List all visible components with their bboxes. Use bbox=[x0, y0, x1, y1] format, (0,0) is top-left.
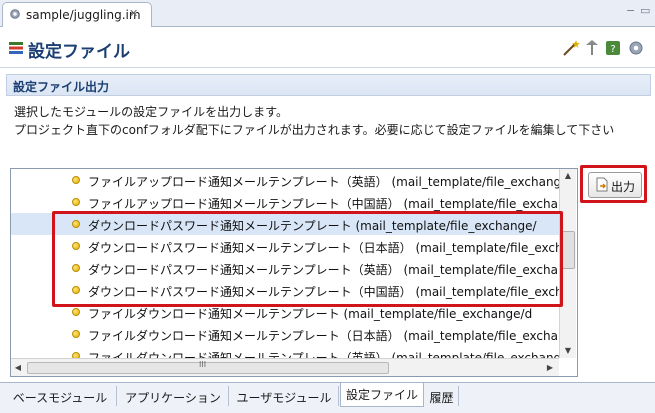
gear-icon[interactable] bbox=[629, 41, 643, 55]
bullet-icon bbox=[72, 330, 80, 338]
editor-tab-bar: sample/juggling.im ✕ − ▭ bbox=[0, 0, 655, 27]
help-icon[interactable]: ? bbox=[606, 41, 620, 55]
highlight-box-output-button bbox=[580, 165, 647, 203]
close-icon[interactable]: ✕ bbox=[129, 7, 138, 20]
svg-text:?: ? bbox=[610, 44, 615, 55]
section-header: 設定ファイル出力 bbox=[6, 74, 651, 96]
bullet-icon bbox=[72, 176, 80, 184]
tab-application[interactable]: アプリケーション bbox=[118, 386, 229, 406]
list-item-label: ファイルダウンロード通知メールテンプレート（日本語） (mail_templat… bbox=[88, 329, 559, 343]
horizontal-scrollbar[interactable]: ◀ III ▶ bbox=[11, 358, 559, 376]
tab-base-module[interactable]: ベースモジュール bbox=[4, 386, 117, 406]
list-item[interactable]: ファイルアップロード通知メールテンプレート（英語） (mail_template… bbox=[11, 169, 559, 191]
scroll-right-icon[interactable]: ▶ bbox=[543, 359, 557, 376]
editor-tab[interactable]: sample/juggling.im ✕ bbox=[2, 2, 152, 27]
bullet-icon bbox=[72, 308, 80, 316]
bullet-icon bbox=[72, 198, 80, 206]
pin-icon[interactable] bbox=[586, 40, 598, 55]
section-description-line-1: 選択したモジュールの設定ファイルを出力します。 bbox=[14, 105, 288, 119]
tab-config-files[interactable]: 設定ファイル bbox=[340, 383, 424, 407]
scroll-up-icon[interactable]: ▲ bbox=[560, 169, 576, 183]
form-header: 設定ファイル ? bbox=[0, 27, 655, 68]
scroll-down-icon[interactable]: ▼ bbox=[560, 344, 576, 358]
tab-user-module[interactable]: ユーザモジュール bbox=[230, 386, 339, 406]
list-item-label: ファイルダウンロード通知メールテンプレート (mail_template/fil… bbox=[88, 307, 533, 321]
tab-history[interactable]: 履歴 bbox=[425, 386, 459, 406]
scrollbar-thumb[interactable] bbox=[562, 231, 575, 269]
scrollbar-grip: III bbox=[199, 360, 207, 369]
minimize-button[interactable]: − bbox=[626, 4, 635, 17]
section-title: 設定ファイル出力 bbox=[13, 80, 110, 94]
gear-icon bbox=[10, 9, 20, 19]
bottom-tab-bar: ベースモジュール アプリケーション ユーザモジュール 設定ファイル 履歴 bbox=[0, 382, 655, 413]
editor-tab-title: sample/juggling.im bbox=[26, 8, 141, 22]
scroll-left-icon[interactable]: ◀ bbox=[11, 359, 25, 376]
scrollbar-thumb[interactable] bbox=[27, 362, 389, 374]
form-list-icon bbox=[9, 42, 23, 54]
list-item-label: ファイルアップロード通知メールテンプレート（中国語） (mail_templat… bbox=[88, 197, 559, 211]
maximize-button[interactable]: ▭ bbox=[640, 4, 650, 17]
list-item-label: ファイルアップロード通知メールテンプレート（英語） (mail_template… bbox=[88, 175, 559, 189]
section-description-line-2: プロジェクト直下のconfフォルダ配下にファイルが出力されます。必要に応じて設定… bbox=[14, 123, 615, 137]
highlight-box-download-templates bbox=[52, 211, 563, 307]
wand-icon[interactable] bbox=[563, 40, 580, 56]
list-item[interactable]: ファイルアップロード通知メールテンプレート（中国語） (mail_templat… bbox=[11, 191, 559, 213]
list-item[interactable]: ファイルダウンロード通知メールテンプレート（日本語） (mail_templat… bbox=[11, 323, 559, 345]
header-toolbar: ? bbox=[563, 40, 643, 56]
page-title: 設定ファイル bbox=[28, 42, 130, 62]
